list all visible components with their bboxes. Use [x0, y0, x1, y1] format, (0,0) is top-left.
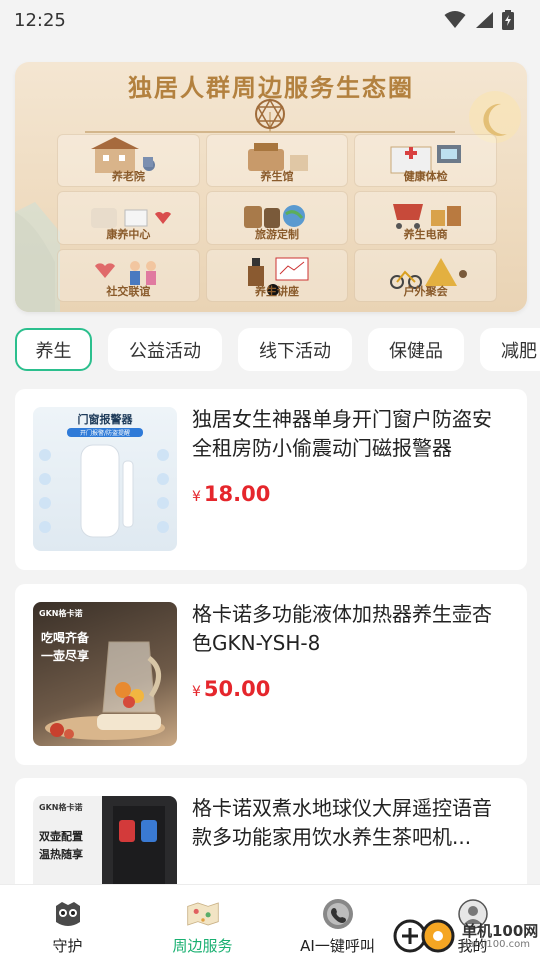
watermark-url: danji100.com	[462, 939, 530, 950]
tab-supplements[interactable]: 保健品	[368, 328, 464, 371]
eco-label: 养生电商	[403, 227, 448, 241]
currency-symbol: ¥	[192, 489, 201, 505]
watermark-text: 单机100网	[462, 922, 539, 940]
banner-title: 独居人群周边服务生态圈	[128, 74, 414, 102]
eco-label: 康养中心	[106, 227, 151, 241]
product-title[interactable]: 独居女生神器单身开门窗户防盗安全租房防小偷震动门磁报警器	[192, 405, 510, 463]
image-line1: 吃喝齐备	[41, 630, 90, 645]
product-price: ¥18.00	[192, 482, 270, 506]
product-image[interactable]: 门窗报警器 开门报警/防盗提醒	[33, 407, 177, 551]
image-line2: 一壶尽享	[41, 648, 89, 663]
status-time: 12:25	[14, 9, 66, 31]
nav-label: 守护	[52, 937, 83, 955]
eco-cell-social[interactable]: 社交联谊	[57, 248, 200, 302]
nav-nearby-services[interactable]: 周边服务	[135, 885, 270, 960]
battery-icon	[502, 10, 514, 30]
tea-bar-image: GKN格卡诺 双壶配置 温热随享	[39, 802, 165, 884]
image-line2: 温热随享	[39, 847, 83, 861]
kettle-image: GKN格卡诺 吃喝齐备 一壶尽享	[39, 608, 165, 740]
nav-label: AI一键呼叫	[300, 937, 375, 955]
eco-cell-outdoor[interactable]: 户外聚会	[354, 248, 497, 302]
eco-cell-nursing-home[interactable]: 养老院	[57, 134, 200, 188]
nav-guard[interactable]: 守护	[0, 885, 135, 960]
eco-label: 旅游定制	[254, 227, 299, 241]
ecosystem-grid: 养老院 养生馆 健康体检 康养中心 旅游定制 养生电商 社交联谊 养生讲座 户外…	[57, 134, 497, 302]
eco-cell-lecture[interactable]: 养生讲座	[205, 248, 349, 302]
watermark-logo-icon	[393, 919, 455, 953]
owl-icon	[51, 897, 85, 931]
eco-cell-ecommerce[interactable]: 养生电商	[354, 191, 497, 245]
tab-weight-loss[interactable]: 减肥	[480, 328, 540, 371]
product-image[interactable]: GKN格卡诺 双壶配置 温热随享	[33, 796, 177, 884]
eco-cell-wellness-hall[interactable]: 养生馆	[205, 134, 349, 188]
eco-cell-care-center[interactable]: 康养中心	[57, 191, 200, 245]
category-tabs: 养生 公益活动 线下活动 保健品 减肥	[15, 328, 540, 374]
wifi-icon	[444, 11, 466, 29]
product-title[interactable]: 格卡诺双煮水地球仪大屏遥控语音款多功能家用饮水养生茶吧机...	[192, 794, 510, 852]
map-icon	[186, 897, 220, 931]
image-sub: 开门报警/防盗提醒	[80, 429, 130, 437]
product-price: ¥50.00	[192, 677, 270, 701]
currency-symbol: ¥	[192, 684, 201, 700]
eco-label: 健康体检	[403, 170, 448, 184]
product-title[interactable]: 格卡诺多功能液体加热器养生壶杏色GKN-YSH-8	[192, 600, 510, 658]
price-value: 18.00	[203, 482, 271, 506]
promo-banner[interactable]: 独居人群周边服务生态圈 养老院 养生馆 健康体检 康养中心 旅游定制 养生电商 …	[15, 62, 527, 312]
status-icons	[444, 10, 514, 30]
image-heading: 门窗报警器	[78, 412, 134, 426]
image-line1: 双壶配置	[39, 829, 83, 843]
eco-cell-health-check[interactable]: 健康体检	[354, 134, 497, 188]
eco-label: 养生讲座	[254, 284, 299, 298]
eco-label: 养老院	[111, 170, 145, 184]
status-bar: 12:25	[0, 0, 540, 40]
door-alarm-image: 门窗报警器 开门报警/防盗提醒	[39, 412, 169, 538]
eco-label: 养生馆	[260, 170, 294, 184]
eco-label: 户外聚会	[403, 284, 448, 298]
signal-icon	[474, 11, 494, 29]
image-brand: GKN格卡诺	[39, 608, 82, 618]
image-brand: GKN格卡诺	[39, 802, 82, 812]
price-value: 50.00	[203, 677, 271, 701]
tab-charity[interactable]: 公益活动	[108, 328, 222, 371]
product-image[interactable]: GKN格卡诺 吃喝齐备 一壶尽享	[33, 602, 177, 746]
product-card[interactable]: GKN格卡诺 吃喝齐备 一壶尽享 格卡诺多功能液体加热器养生壶杏色GKN-YSH…	[15, 584, 527, 765]
nav-label: 周边服务	[172, 937, 233, 955]
watermark: 单机100网 danji100.com	[392, 912, 540, 960]
eco-cell-travel[interactable]: 旅游定制	[205, 191, 349, 245]
call-icon	[321, 897, 355, 931]
product-card[interactable]: 门窗报警器 开门报警/防盗提醒 独居女生神器单身开门窗户防盗安全租房防小偷震动门…	[15, 389, 527, 570]
tab-offline-events[interactable]: 线下活动	[238, 328, 352, 371]
product-card[interactable]: GKN格卡诺 双壶配置 温热随享 格卡诺双煮水地球仪大屏遥控语音款多功能家用饮水…	[15, 778, 527, 884]
tab-wellness[interactable]: 养生	[15, 328, 92, 371]
eco-label: 社交联谊	[106, 284, 151, 298]
nav-ai-call[interactable]: AI一键呼叫	[270, 885, 405, 960]
